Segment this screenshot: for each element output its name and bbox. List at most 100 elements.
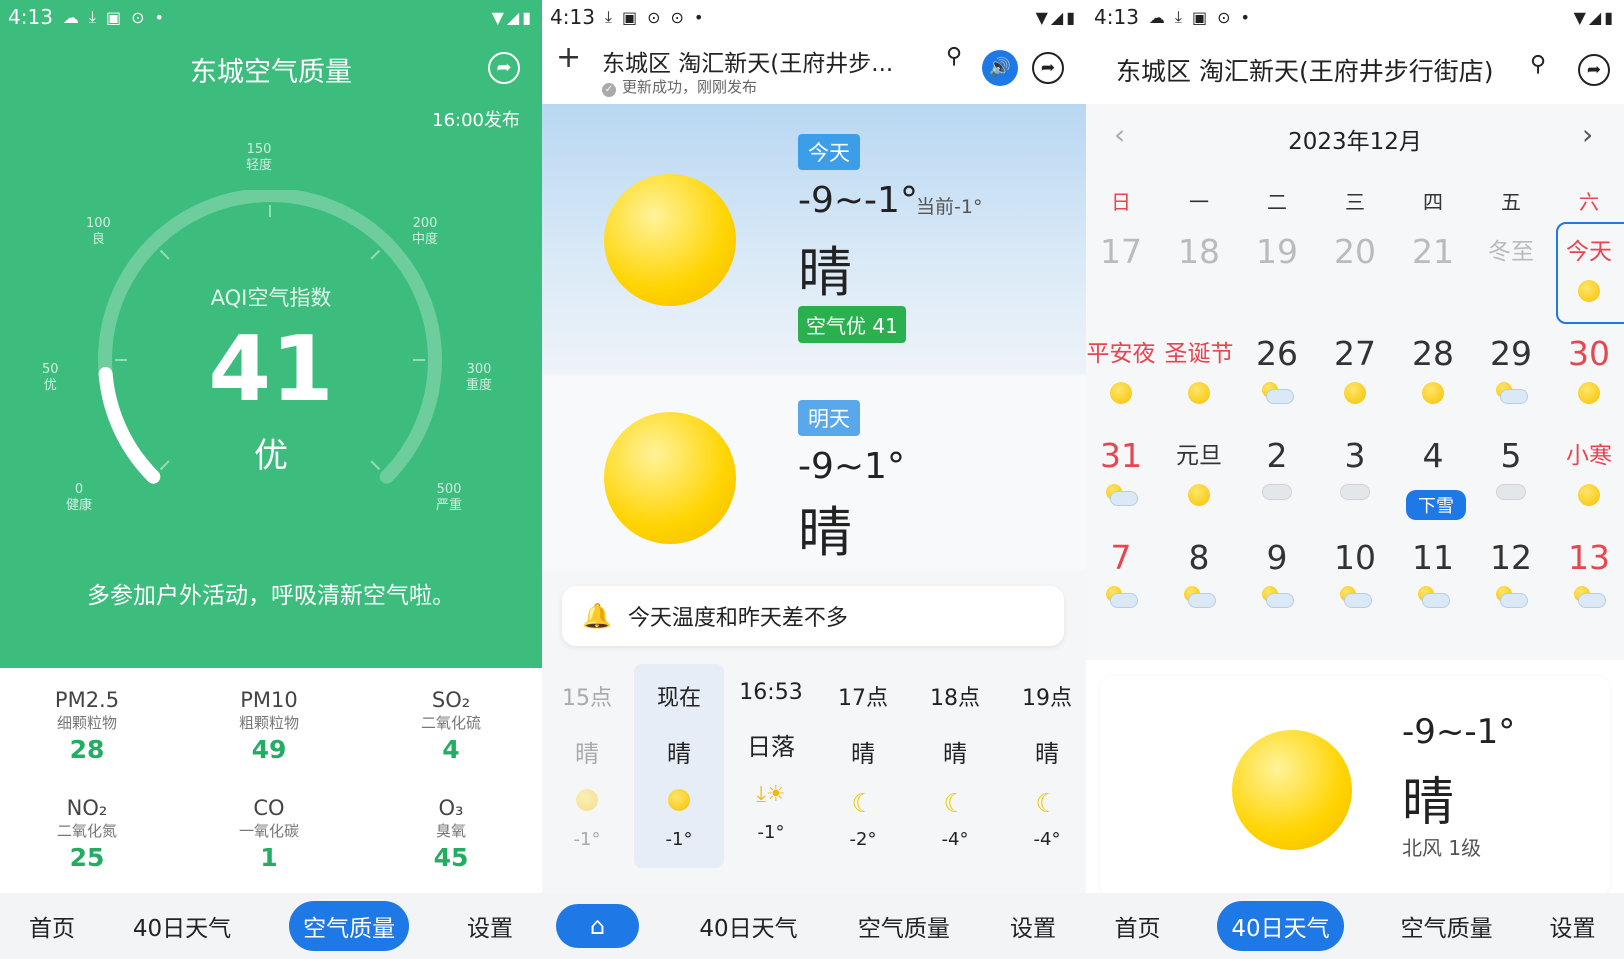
- moon-icon: ☾: [943, 789, 967, 819]
- hour-condition: 晴: [575, 740, 599, 768]
- hour-time: 19点: [1022, 686, 1072, 711]
- location-pin-icon: ⚲: [1530, 52, 1547, 77]
- nav-settings[interactable]: 设置: [467, 909, 513, 943]
- day-label: 9: [1266, 538, 1288, 577]
- sun-icon: [1232, 730, 1352, 850]
- calendar-day[interactable]: 3: [1316, 436, 1394, 518]
- share-icon[interactable]: ➦: [1032, 52, 1064, 84]
- hour-item[interactable]: 15点晴 -1°: [542, 670, 632, 860]
- a-icon: ▣: [1192, 7, 1208, 27]
- dot-icon: •: [693, 7, 704, 27]
- calendar-day[interactable]: 11: [1394, 538, 1472, 620]
- calendar-day[interactable]: 小寒: [1550, 436, 1624, 518]
- day-label: 冬至: [1488, 239, 1534, 265]
- calendar-day[interactable]: 5: [1472, 436, 1550, 518]
- axis-label-0: 0 健康: [66, 482, 93, 513]
- calendar-day[interactable]: 冬至: [1472, 232, 1550, 314]
- axis-label-100: 100 良: [86, 216, 111, 247]
- hour-item[interactable]: 17点晴 ☾ -2°: [818, 670, 908, 860]
- calendar-day[interactable]: 圣诞节: [1160, 334, 1238, 416]
- hour-item[interactable]: 现在晴 -1°: [634, 670, 724, 860]
- today-card: 今天 -9~-1° 当前-1° 晴 空气优 41: [542, 104, 1086, 374]
- page-title: 东城空气质量: [190, 57, 352, 88]
- calendar-day[interactable]: 18: [1160, 232, 1238, 314]
- search-icon: ⊙: [131, 7, 145, 27]
- today-air-badge[interactable]: 空气优 41: [798, 306, 906, 343]
- day-label: 8: [1188, 538, 1210, 577]
- hour-item[interactable]: 16:53 日落 ⤓☀ -1°: [726, 670, 816, 860]
- calendar-day[interactable]: 10: [1316, 538, 1394, 620]
- status-bar: 4:13 ☁ ⤓ ▣ ⊙ • ▼◢▮: [1086, 0, 1624, 34]
- hour-temp: -1°: [757, 822, 785, 843]
- cloud-icon: [1496, 484, 1526, 500]
- hour-item[interactable]: 19点晴 ☾ -4°: [1002, 670, 1086, 860]
- hour-time: 现在: [656, 686, 701, 711]
- sun-icon: [1344, 382, 1366, 404]
- calendar-day[interactable]: 29: [1472, 334, 1550, 416]
- day-label: 20: [1334, 232, 1376, 271]
- nav-home-icon[interactable]: ⌂: [556, 904, 640, 948]
- aqi-label: AQI空气指数: [210, 286, 332, 310]
- health-advice: 多参加户外活动，呼吸清新空气啦。: [87, 583, 455, 609]
- tomorrow-card: 明天 -9~1° 晴: [542, 376, 1086, 570]
- calendar-day[interactable]: 30: [1550, 334, 1624, 416]
- calendar-day[interactable]: 19: [1238, 232, 1316, 314]
- location-name[interactable]: 东城区 淘汇新天(王府井步行街店): [1116, 52, 1493, 88]
- check-icon: ✓: [602, 83, 616, 97]
- nav-home[interactable]: 首页: [1114, 909, 1160, 943]
- calendar-day[interactable]: 17: [1086, 232, 1160, 314]
- nav-40day[interactable]: 40日天气: [699, 909, 797, 943]
- calendar-day[interactable]: 元旦: [1160, 436, 1238, 518]
- calendar-day[interactable]: 7: [1086, 538, 1160, 620]
- nav-40day[interactable]: 40日天气: [1217, 901, 1344, 951]
- signal-battery-icon: ▼◢▮: [491, 7, 534, 27]
- nav-settings[interactable]: 设置: [1010, 909, 1056, 943]
- search-icon: ⊙: [670, 7, 684, 27]
- calendar-day[interactable]: 8: [1160, 538, 1238, 620]
- hour-temp: -1°: [665, 829, 693, 850]
- selected-day-card: -9~-1° 晴 北风 1级: [1100, 676, 1610, 896]
- temperature-notice[interactable]: 🔔 今天温度和昨天差不多: [562, 586, 1064, 646]
- axis-label-500: 500 严重: [436, 482, 463, 513]
- share-icon[interactable]: ➦: [488, 52, 520, 84]
- add-city-icon[interactable]: +: [556, 40, 581, 75]
- selected-wind: 北风 1级: [1402, 836, 1482, 860]
- download-icon: ⤓: [604, 7, 612, 26]
- nav-air-quality[interactable]: 空气质量: [289, 901, 410, 951]
- calendar-day[interactable]: 9: [1238, 538, 1316, 620]
- nav-air-quality[interactable]: 空气质量: [1401, 909, 1493, 943]
- calendar-day[interactable]: 31: [1086, 436, 1160, 518]
- publish-time: 16:00发布: [432, 110, 520, 131]
- pollutant-no2: NO₂ 二氧化氮 25: [56, 796, 117, 872]
- speaker-icon[interactable]: 🔊: [982, 50, 1018, 86]
- hour-item[interactable]: 18点晴 ☾ -4°: [910, 670, 1000, 860]
- hour-condition: 晴: [851, 740, 875, 768]
- hour-condition: 日落: [747, 733, 795, 761]
- nav-air-quality[interactable]: 空气质量: [858, 909, 950, 943]
- today-condition: 晴: [798, 241, 852, 304]
- nav-40day[interactable]: 40日天气: [133, 909, 231, 943]
- calendar-day[interactable]: 21: [1394, 232, 1472, 314]
- calendar-day[interactable]: 13: [1550, 538, 1624, 620]
- calendar-day[interactable]: 2: [1238, 436, 1316, 518]
- nav-home[interactable]: 首页: [29, 909, 75, 943]
- today-temp-range: -9~-1°: [798, 180, 918, 221]
- calendar-day[interactable]: 26: [1238, 334, 1316, 416]
- location-name[interactable]: 东城区 淘汇新天(王府井步...: [602, 44, 893, 78]
- calendar-day[interactable]: 28: [1394, 334, 1472, 416]
- pollutant-pm25: PM2.5 细颗粒物 28: [54, 688, 120, 764]
- calendar-day[interactable]: 平安夜: [1086, 334, 1160, 416]
- share-icon[interactable]: ➦: [1578, 54, 1610, 86]
- sun-icon: [668, 789, 690, 811]
- next-month-icon[interactable]: ›: [1582, 118, 1593, 151]
- day-label: 5: [1500, 436, 1522, 475]
- sun-icon: [1578, 382, 1600, 404]
- day-label: 12: [1490, 538, 1532, 577]
- nav-settings[interactable]: 设置: [1550, 909, 1596, 943]
- calendar-day[interactable]: 20: [1316, 232, 1394, 314]
- calendar-day[interactable]: 27: [1316, 334, 1394, 416]
- calendar-day[interactable]: 12: [1472, 538, 1550, 620]
- day-label: 17: [1100, 232, 1142, 271]
- calendar-day[interactable]: 今天: [1550, 232, 1624, 314]
- gauge-tick: [370, 249, 381, 260]
